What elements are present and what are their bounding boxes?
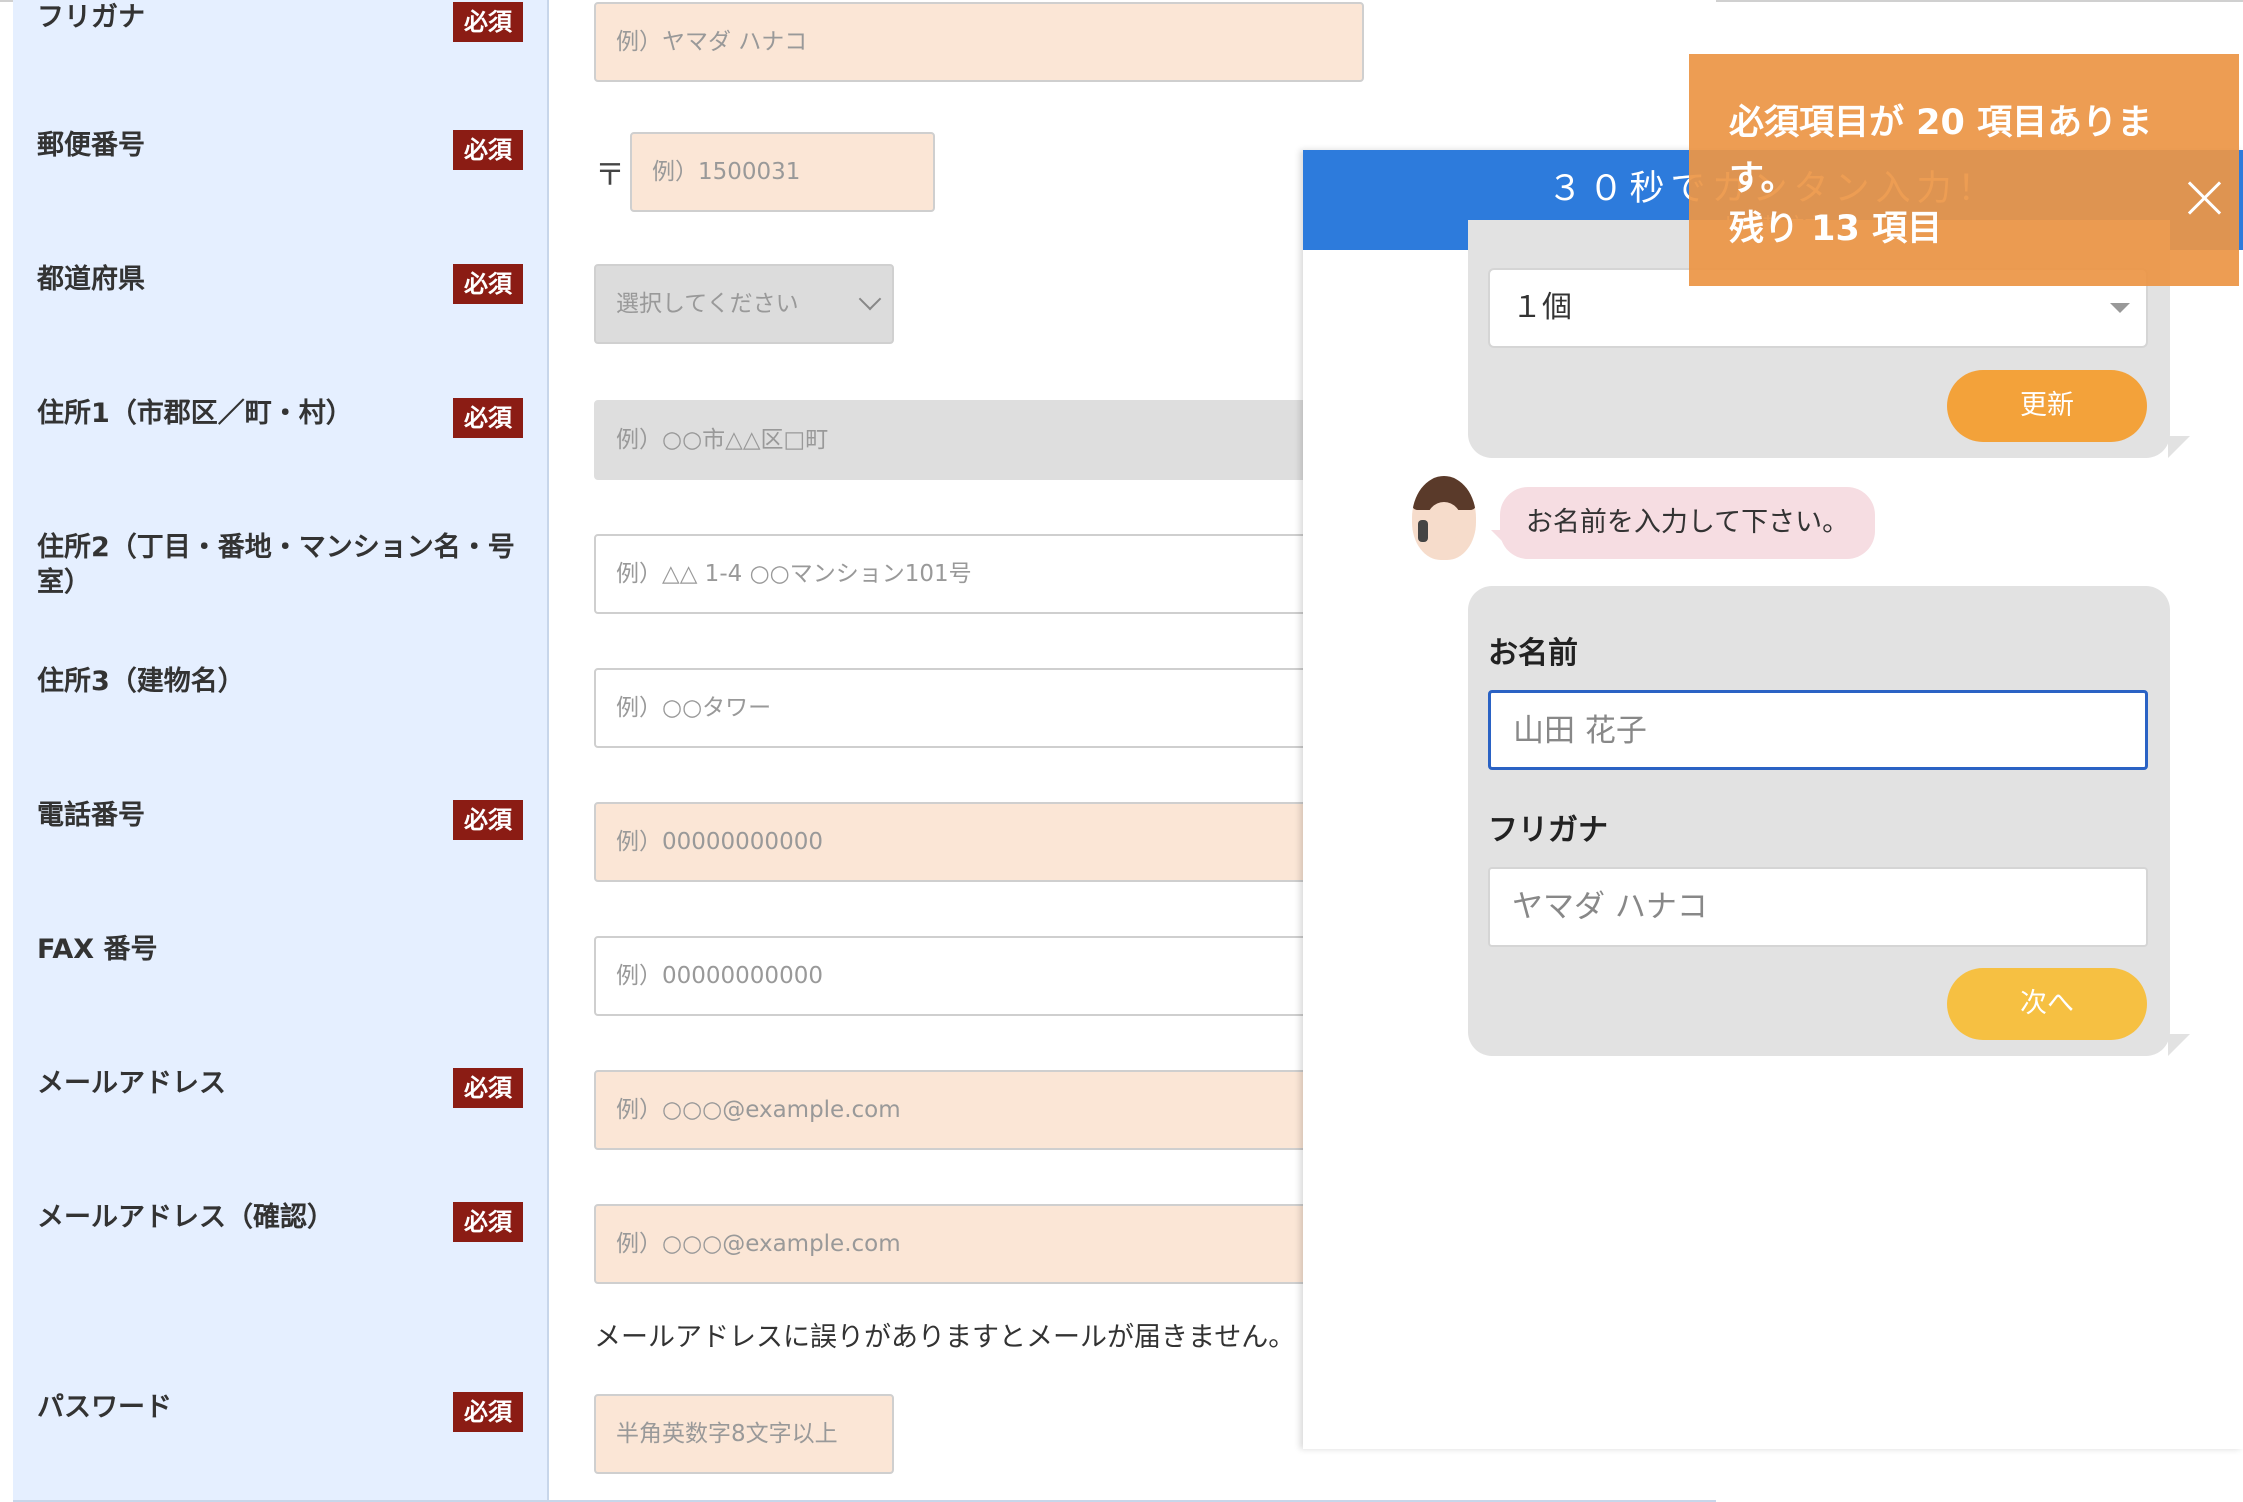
password-input[interactable]: 半角英数字8文字以上 [594, 1394, 894, 1474]
field-label: 住所2（丁目・番地・マンション名・号室） [37, 532, 515, 598]
field-label: メールアドレス（確認） [37, 1202, 334, 1233]
row-label-cell: 電話番号 必須 [13, 774, 549, 908]
required-badge: 必須 [453, 1202, 523, 1242]
caret-down-icon [2110, 303, 2130, 313]
operator-avatar [1412, 476, 1476, 560]
row-label-cell: 住所1（市郡区／町・村） 必須 [13, 372, 549, 506]
field-label: フリガナ [37, 2, 145, 33]
field-label: 住所1（市郡区／町・村） [37, 398, 353, 429]
email-warning-note: メールアドレスに誤りがありますとメールが届きません。 [594, 1322, 1296, 1353]
form-row-furigana: フリガナ 必須 例）ヤマダ ハナコ [13, 0, 1716, 106]
name-label: お名前 [1488, 636, 1578, 671]
address3-input[interactable]: 例）○○タワー [594, 668, 1394, 748]
name-input[interactable]: 山田 花子 [1488, 690, 2148, 770]
furigana-input[interactable]: 例）ヤマダ ハナコ [594, 2, 1364, 82]
email-input[interactable]: 例）○○○@example.com [594, 1070, 1394, 1150]
row-field-cell: 例）ヤマダ ハナコ [549, 0, 1716, 104]
field-label: 郵便番号 [37, 130, 145, 161]
required-badge: 必須 [453, 1068, 523, 1108]
next-button[interactable]: 次へ [1947, 968, 2147, 1040]
field-label: FAX 番号 [37, 934, 158, 965]
chevron-down-icon [858, 287, 882, 311]
close-icon[interactable] [2187, 180, 2223, 216]
kana-input[interactable]: ヤマダ ハナコ [1488, 867, 2148, 947]
field-label: パスワード [37, 1392, 172, 1423]
row-label-cell: フリガナ 必須 [13, 0, 549, 104]
required-fields-toast: 必須項目が 20 項目ありま す。 残り 13 項目 [1689, 54, 2239, 286]
field-label: 住所3（建物名） [37, 666, 245, 697]
field-label: 都道府県 [37, 264, 145, 295]
row-label-cell: FAX 番号 [13, 908, 549, 1042]
address2-input[interactable]: 例）△△ 1-4 ○○マンション101号 [594, 534, 1394, 614]
row-label-cell: 都道府県 必須 [13, 238, 549, 372]
toast-line-2: す。 [1729, 159, 1796, 199]
toast-line-1: 必須項目が 20 項目ありま [1729, 103, 2153, 143]
row-label-cell: 郵便番号 必須 [13, 104, 549, 238]
prefecture-select-value: 選択してください [616, 291, 799, 317]
address1-input[interactable]: 例）○○市△△区□町 [594, 400, 1394, 480]
kana-label: フリガナ [1488, 813, 1608, 848]
postal-code-input[interactable]: 例）1500031 [630, 132, 935, 212]
fax-input[interactable]: 例）00000000000 [594, 936, 1394, 1016]
required-badge: 必須 [453, 2, 523, 42]
chat-order-widget: ３０秒でカンタン入力！ お手軽注文 １個 更新 お名前を入力して下さい。 お名前… [1303, 150, 2243, 1449]
row-label-cell: 住所3（建物名） [13, 640, 549, 774]
postal-mark-icon: 〒 [595, 158, 625, 193]
required-badge: 必須 [453, 1392, 523, 1432]
row-label-cell: メールアドレス 必須 [13, 1042, 549, 1176]
row-label-cell: メールアドレス（確認） 必須 [13, 1176, 549, 1366]
update-button[interactable]: 更新 [1947, 370, 2147, 442]
email-confirm-input[interactable]: 例）○○○@example.com [594, 1204, 1394, 1284]
prefecture-select[interactable]: 選択してください [594, 264, 894, 344]
field-label: メールアドレス [37, 1068, 226, 1099]
avatar-face [1426, 502, 1462, 542]
required-badge: 必須 [453, 398, 523, 438]
row-label-cell: 住所2（丁目・番地・マンション名・号室） [13, 506, 549, 640]
required-badge: 必須 [453, 130, 523, 170]
field-label: 電話番号 [37, 800, 145, 831]
required-badge: 必須 [453, 800, 523, 840]
row-label-cell: パスワード 必須 [13, 1366, 549, 1500]
toast-remaining: 残り 13 項目 [1729, 209, 1943, 249]
bubble-tail [2168, 1034, 2190, 1056]
operator-message: お名前を入力して下さい。 [1500, 487, 1875, 559]
bubble-tail [2168, 436, 2190, 458]
phone-input[interactable]: 例）00000000000 [594, 802, 1394, 882]
quantity-value: １個 [1512, 290, 1572, 325]
required-badge: 必須 [453, 264, 523, 304]
headset-icon [1418, 520, 1428, 542]
